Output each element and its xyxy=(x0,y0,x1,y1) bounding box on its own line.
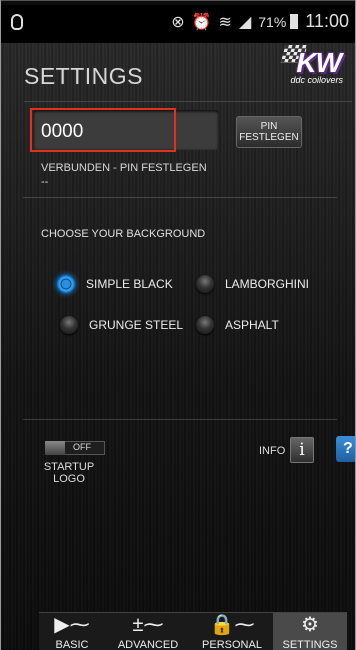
radio-selected-icon xyxy=(57,275,75,293)
section-divider xyxy=(23,197,337,198)
radio-label: SIMPLE BLACK xyxy=(86,277,173,291)
tab-advanced[interactable]: ±⁓ ADVANCED xyxy=(105,613,191,650)
pin-highlight-box xyxy=(30,108,176,152)
mute-icon: ⊗ xyxy=(171,13,185,31)
connection-status: VERBUNDEN - PIN FESTLEGEN xyxy=(41,162,207,174)
radio-lamborghini[interactable]: LAMBORGHINI xyxy=(196,275,309,293)
tab-personal[interactable]: 🔒⁓ PERSONAL xyxy=(191,613,273,650)
background-label: CHOOSE YOUR BACKGROUND xyxy=(41,228,206,240)
logo-subtitle: ddc coilovers xyxy=(290,75,343,85)
bottom-tab-bar: ▶⁓ BASIC ±⁓ ADVANCED 🔒⁓ PERSONAL ⚙ SETTI… xyxy=(39,612,347,650)
radio-label: ASPHALT xyxy=(225,318,279,332)
tab-label: PERSONAL xyxy=(202,639,262,650)
connection-status-detail: -- xyxy=(41,176,49,188)
set-pin-button[interactable]: PIN FESTLEGEN xyxy=(236,116,302,148)
battery-icon xyxy=(290,14,299,29)
info-button[interactable]: i xyxy=(290,437,314,463)
top-border xyxy=(1,0,355,1)
notification-icon xyxy=(11,14,23,30)
title-divider xyxy=(24,101,352,102)
help-button[interactable]: ? xyxy=(336,436,355,462)
toggle-state: OFF xyxy=(73,442,91,452)
app-content: SETTINGS KW ddc coilovers 0000 PIN FESTL… xyxy=(1,43,355,650)
page-title: SETTINGS xyxy=(24,63,144,89)
section-divider xyxy=(23,419,337,420)
tab-label: ADVANCED xyxy=(117,639,179,650)
tab-basic[interactable]: ▶⁓ BASIC xyxy=(39,613,105,650)
gear-icon: ⚙ xyxy=(301,614,319,636)
radio-simple-black[interactable]: SIMPLE BLACK xyxy=(57,275,173,293)
signal-icon: ◢ xyxy=(238,13,252,31)
status-bar: ⊗ ⏰ ≋ ◢ 71% 11:00 xyxy=(1,5,355,43)
info-label: INFO xyxy=(259,445,286,457)
radio-label: GRUNGE STEEL xyxy=(89,318,184,332)
radio-label: LAMBORGHINI xyxy=(225,277,310,291)
tab-label: BASIC xyxy=(55,639,89,650)
radio-unselected-icon xyxy=(196,275,214,293)
startup-logo-label: STARTUP LOGO xyxy=(43,461,95,485)
radio-unselected-icon xyxy=(60,316,78,334)
battery-percent: 71% xyxy=(258,13,287,30)
status-icons: ⊗ ⏰ ≋ ◢ 71% 11:00 xyxy=(171,11,349,32)
plus-minus-pulse-icon: ±⁓ xyxy=(132,614,164,636)
tab-label: SETTINGS xyxy=(282,639,338,650)
radio-asphalt[interactable]: ASPHALT xyxy=(196,316,279,334)
tab-settings[interactable]: ⚙ SETTINGS xyxy=(273,613,347,650)
phone-screen: ⊗ ⏰ ≋ ◢ 71% 11:00 SETTINGS KW ddc coilov… xyxy=(0,0,356,650)
radio-grunge-steel[interactable]: GRUNGE STEEL xyxy=(60,316,183,334)
toggle-knob[interactable] xyxy=(45,441,65,455)
alarm-icon: ⏰ xyxy=(191,13,212,31)
status-time: 11:00 xyxy=(305,11,349,31)
lock-pulse-icon: 🔒⁓ xyxy=(209,614,255,636)
wifi-icon: ≋ xyxy=(218,13,232,31)
radio-unselected-icon xyxy=(196,316,214,334)
pulse-play-icon: ▶⁓ xyxy=(54,614,90,636)
kw-logo: KW ddc coilovers xyxy=(265,45,345,87)
